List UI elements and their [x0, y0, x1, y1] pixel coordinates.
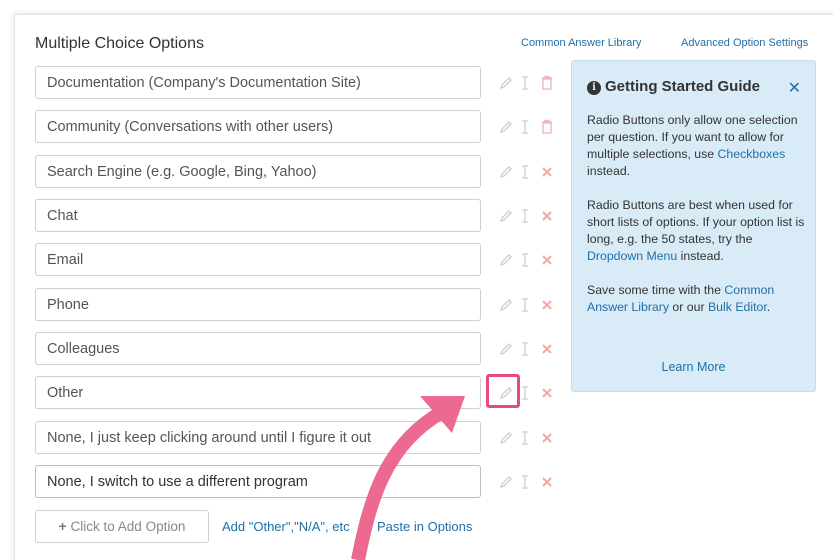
bulk-editor-link[interactable]: Bulk Editor [708, 300, 767, 314]
move-handle-icon[interactable] [520, 75, 534, 91]
guide-title: i Getting Started Guide [587, 78, 760, 95]
option-input[interactable] [35, 465, 481, 498]
move-handle-icon[interactable] [520, 385, 534, 401]
option-input[interactable] [35, 332, 481, 365]
trash-icon[interactable] [541, 119, 555, 135]
guide-paragraph: Radio Buttons only allow one selection p… [587, 113, 798, 178]
paste-in-options-link[interactable]: Paste in Options [377, 519, 472, 534]
option-input[interactable] [35, 376, 481, 409]
close-icon[interactable] [541, 385, 555, 401]
pencil-icon[interactable] [499, 252, 513, 268]
pencil-icon[interactable] [499, 75, 513, 91]
close-icon[interactable] [541, 341, 555, 357]
close-icon[interactable] [541, 474, 555, 490]
move-handle-icon[interactable] [520, 252, 534, 268]
option-input[interactable] [35, 243, 481, 276]
common-answer-library-link[interactable]: Common Answer Library [521, 37, 641, 49]
option-input[interactable] [35, 199, 481, 232]
move-handle-icon[interactable] [520, 119, 534, 135]
guide-body: Radio Buttons only allow one selection p… [587, 112, 807, 333]
move-handle-icon[interactable] [520, 341, 534, 357]
option-input[interactable] [35, 155, 481, 188]
pencil-icon[interactable] [499, 208, 513, 224]
guide-paragraph: Save some time with the Common Answer Li… [587, 283, 775, 314]
move-handle-icon[interactable] [520, 474, 534, 490]
option-input[interactable] [35, 421, 481, 454]
pencil-icon[interactable] [499, 119, 513, 135]
pencil-icon[interactable] [499, 430, 513, 446]
guide-paragraph: Radio Buttons are best when used for sho… [587, 198, 805, 263]
add-option-button[interactable]: + Click to Add Option [35, 510, 209, 543]
info-icon: i [587, 81, 601, 95]
close-icon[interactable] [541, 430, 555, 446]
option-input[interactable] [35, 288, 481, 321]
option-input[interactable] [35, 110, 481, 143]
close-icon[interactable] [541, 297, 555, 313]
pencil-icon[interactable] [499, 385, 513, 401]
dropdown-menu-link[interactable]: Dropdown Menu [587, 249, 677, 263]
move-handle-icon[interactable] [520, 297, 534, 313]
close-icon[interactable] [541, 164, 555, 180]
getting-started-guide: i Getting Started Guide ✕ Radio Buttons o… [571, 60, 816, 392]
trash-icon[interactable] [541, 75, 555, 91]
option-input[interactable] [35, 66, 481, 99]
plus-icon: + [58, 519, 67, 534]
move-handle-icon[interactable] [520, 164, 534, 180]
learn-more-link[interactable]: Learn More [572, 360, 815, 374]
move-handle-icon[interactable] [520, 208, 534, 224]
pencil-icon[interactable] [499, 341, 513, 357]
add-other-link[interactable]: Add "Other","N/A", etc [222, 519, 350, 534]
close-icon[interactable]: ✕ [788, 78, 801, 98]
close-icon[interactable] [541, 252, 555, 268]
pencil-icon[interactable] [499, 474, 513, 490]
move-handle-icon[interactable] [520, 430, 534, 446]
close-icon[interactable] [541, 208, 555, 224]
pencil-icon[interactable] [499, 297, 513, 313]
pencil-icon[interactable] [499, 164, 513, 180]
section-title: Multiple Choice Options [35, 35, 204, 52]
advanced-option-settings-link[interactable]: Advanced Option Settings [681, 37, 808, 49]
checkboxes-link[interactable]: Checkboxes [718, 147, 786, 161]
